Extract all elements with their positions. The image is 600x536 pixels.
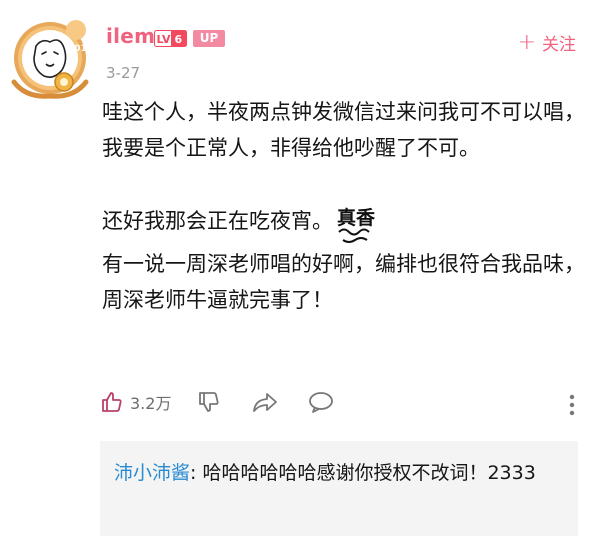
thumbs-up-icon — [102, 392, 122, 412]
up-badge: UP — [193, 30, 225, 47]
share-button[interactable] — [251, 390, 279, 414]
comment-icon — [309, 392, 334, 413]
reply-content: 哈哈哈哈哈哈感谢你授权不改词！2333 — [196, 462, 536, 484]
comment-paragraph: 有一说一周深老师唱的好啊，编排也很符合我品味，周深老师牛逼就完事了！ — [102, 252, 585, 312]
comment-body: 哇这个人，半夜两点钟发微信过来问我可不可以唱，我要是个正常人，非得给他吵醒了不可… — [102, 94, 588, 318]
level-badge: LV 6 — [154, 30, 187, 47]
follow-label: 关注 — [542, 35, 576, 55]
reply-username[interactable]: 沛小沛酱 — [114, 462, 190, 484]
comment-button[interactable] — [307, 390, 335, 414]
action-bar: 3.2万 — [100, 390, 335, 414]
avatar[interactable]: 2019 — [6, 8, 98, 100]
thumbs-down-icon — [199, 392, 220, 412]
reply-preview[interactable]: 沛小沛酱: 哈哈哈哈哈哈感谢你授权不改词！2333 — [100, 441, 578, 536]
sticker-text: 真香 — [337, 206, 376, 229]
zhenxiang-sticker-icon: 真香 — [337, 206, 376, 243]
like-count: 3.2万 — [130, 394, 172, 413]
comment-date: 3-27 — [106, 64, 141, 82]
plus-icon: + — [517, 29, 536, 55]
more-options-button[interactable] — [568, 394, 576, 420]
username[interactable]: ilem — [106, 24, 155, 48]
dislike-button[interactable] — [197, 390, 221, 414]
comment-paragraph-with-sticker: 还好我那会正在吃夜宵。 真香 — [102, 200, 588, 246]
comment-paragraph: 哇这个人，半夜两点钟发微信过来问我可不可以唱，我要是个正常人，非得给他吵醒了不可… — [102, 100, 585, 160]
comment-paragraph: 还好我那会正在吃夜宵。 — [102, 209, 333, 233]
reply-text: 沛小沛酱: 哈哈哈哈哈哈感谢你授权不改词！2333 — [114, 457, 564, 489]
more-vertical-icon — [569, 394, 575, 416]
svg-text:6: 6 — [175, 33, 183, 46]
svg-text:LV: LV — [157, 33, 171, 46]
level-6-icon: LV 6 — [154, 30, 187, 47]
share-icon — [253, 393, 278, 412]
sticker-zhenxiang: 真香 — [335, 200, 377, 246]
follow-button[interactable]: + 关注 — [518, 30, 576, 55]
avatar-frame-icon — [11, 20, 89, 99]
avatar-frame-year: 2019 — [68, 44, 94, 54]
like-button[interactable]: 3.2万 — [100, 390, 171, 414]
